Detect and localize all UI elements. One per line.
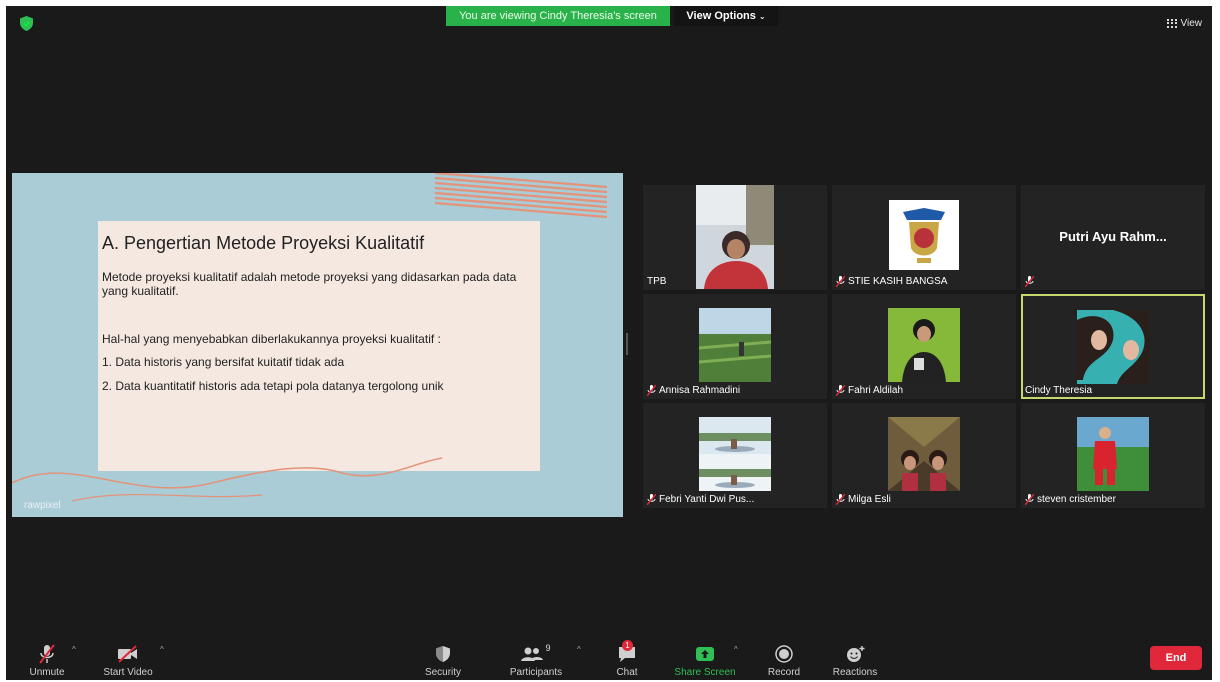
view-button[interactable]: View xyxy=(1166,18,1203,29)
chat-unread-badge: 1 xyxy=(622,640,633,651)
participant-name-placeholder: Putri Ayu Rahm... xyxy=(1059,229,1167,244)
participant-tile[interactable]: Febri Yanti Dwi Pus... xyxy=(643,403,827,508)
participant-name: steven cristember xyxy=(1037,494,1116,505)
participant-name-label xyxy=(1025,276,1034,287)
slide-brand-watermark: rawpixel xyxy=(24,500,61,511)
record-label: Record xyxy=(767,667,801,678)
participant-name: TPB xyxy=(647,276,667,287)
participant-video xyxy=(888,417,960,491)
reactions-label: Reactions xyxy=(832,667,878,678)
participant-tile[interactable]: Fahri Aldilah xyxy=(832,294,1016,399)
audio-options-caret-icon[interactable]: ^ xyxy=(72,645,76,654)
participant-video xyxy=(1077,417,1149,491)
chat-label: Chat xyxy=(616,667,638,678)
slide-list-item: 1. Data historis yang bersifat kuitatif … xyxy=(102,355,345,369)
slide-paragraph: Metode proyeksi kualitatif adalah metode… xyxy=(102,270,517,298)
participant-name: Cindy Theresia xyxy=(1025,385,1093,396)
participant-name-label: STIE KASIH BANGSA xyxy=(836,276,947,287)
view-options-label: View Options xyxy=(686,10,756,22)
participant-video xyxy=(888,308,960,382)
participant-tile[interactable]: STIE KASIH BANGSA xyxy=(832,185,1016,290)
video-off-icon xyxy=(118,645,137,663)
participants-icon xyxy=(521,647,544,661)
participant-name-label: TPB xyxy=(647,276,666,287)
security-button[interactable]: Security xyxy=(418,643,468,678)
security-shield-icon xyxy=(436,646,450,662)
participant-name-label: Febri Yanti Dwi Pus... xyxy=(647,494,754,505)
record-button[interactable]: Record xyxy=(764,643,804,678)
participant-tile[interactable]: Milga Esli xyxy=(832,403,1016,508)
security-label: Security xyxy=(424,667,462,678)
grid-view-icon xyxy=(1166,19,1177,28)
split-view-handle[interactable] xyxy=(626,333,628,355)
smiley-plus-icon xyxy=(847,646,865,662)
mic-muted-icon xyxy=(836,494,845,505)
security-shield-icon[interactable] xyxy=(20,16,33,31)
mic-muted-icon xyxy=(647,385,656,396)
participant-name-label: Annisa Rahmadini xyxy=(647,385,740,396)
participant-name: Fahri Aldilah xyxy=(848,385,904,396)
unmute-label: Unmute xyxy=(29,667,65,678)
share-screen-arrow-icon xyxy=(696,647,714,661)
zoom-meeting-window: You are viewing Cindy Theresia's screen … xyxy=(6,6,1212,680)
participant-name: Febri Yanti Dwi Pus... xyxy=(659,494,755,505)
participant-tile[interactable]: Annisa Rahmadini xyxy=(643,294,827,399)
participant-video xyxy=(696,185,774,289)
mic-muted-icon xyxy=(836,385,845,396)
slide-paragraph: Hal-hal yang menyebabkan diberlakukannya… xyxy=(102,332,441,346)
participant-name-label: Milga Esli xyxy=(836,494,891,505)
participant-tile-active-speaker[interactable]: Cindy Theresia xyxy=(1021,294,1205,399)
mic-muted-icon xyxy=(836,276,845,287)
participant-video xyxy=(699,308,771,382)
participants-label: Participants xyxy=(509,667,563,678)
start-video-button[interactable]: Start Video xyxy=(98,643,158,678)
participant-video xyxy=(699,417,771,491)
slide-list-item: 2. Data kuantitatif historis ada tetapi … xyxy=(102,379,444,393)
chat-button[interactable]: 1 Chat xyxy=(612,640,642,678)
participant-logo xyxy=(889,200,959,270)
mic-muted-icon xyxy=(647,494,656,505)
participant-name: Milga Esli xyxy=(848,494,891,505)
participant-tile[interactable]: TPB xyxy=(643,185,827,290)
view-options-button[interactable]: View Options ⌄ xyxy=(674,6,778,26)
participant-video xyxy=(1077,310,1149,384)
participant-name: STIE KASIH BANGSA xyxy=(848,276,948,287)
share-screen-label: Share Screen xyxy=(674,667,736,678)
participants-count: 9 xyxy=(545,643,551,653)
participant-tile[interactable]: steven cristember xyxy=(1021,403,1205,508)
slide-title: A. Pengertian Metode Proyeksi Kualitatif xyxy=(102,233,425,253)
viewing-screen-banner: You are viewing Cindy Theresia's screen xyxy=(446,6,670,26)
decorative-swoosh xyxy=(12,457,443,502)
participant-name: Annisa Rahmadini xyxy=(659,385,741,396)
end-meeting-button[interactable]: End xyxy=(1150,646,1202,670)
chevron-down-icon: ⌄ xyxy=(758,12,766,21)
record-icon xyxy=(775,645,793,663)
share-options-caret-icon[interactable]: ^ xyxy=(734,645,738,654)
mic-muted-icon xyxy=(1025,276,1034,287)
view-label: View xyxy=(1180,18,1203,29)
participant-name-label: Fahri Aldilah xyxy=(836,385,903,396)
shared-screen-slide[interactable]: A. Pengertian Metode Proyeksi Kualitatif… xyxy=(12,173,623,517)
participant-name-label: Cindy Theresia xyxy=(1025,385,1092,396)
video-options-caret-icon[interactable]: ^ xyxy=(160,645,164,654)
meeting-toolbar: Unmute ^ Start Video ^ Security 9 Partic… xyxy=(6,636,1212,680)
participants-button[interactable]: 9 Participants xyxy=(502,643,570,678)
unmute-button[interactable]: Unmute xyxy=(22,643,72,678)
start-video-label: Start Video xyxy=(103,667,153,678)
reactions-button[interactable]: Reactions xyxy=(828,643,882,678)
mic-muted-icon xyxy=(39,644,55,664)
participant-tile[interactable]: Putri Ayu Rahm... xyxy=(1021,185,1205,290)
decorative-stripes xyxy=(435,173,607,219)
participants-options-caret-icon[interactable]: ^ xyxy=(577,645,581,654)
participant-name-label: steven cristember xyxy=(1025,494,1116,505)
slide-content-card: A. Pengertian Metode Proyeksi Kualitatif… xyxy=(98,221,540,471)
share-screen-button[interactable]: Share Screen xyxy=(672,643,738,678)
mic-muted-icon xyxy=(1025,494,1034,505)
